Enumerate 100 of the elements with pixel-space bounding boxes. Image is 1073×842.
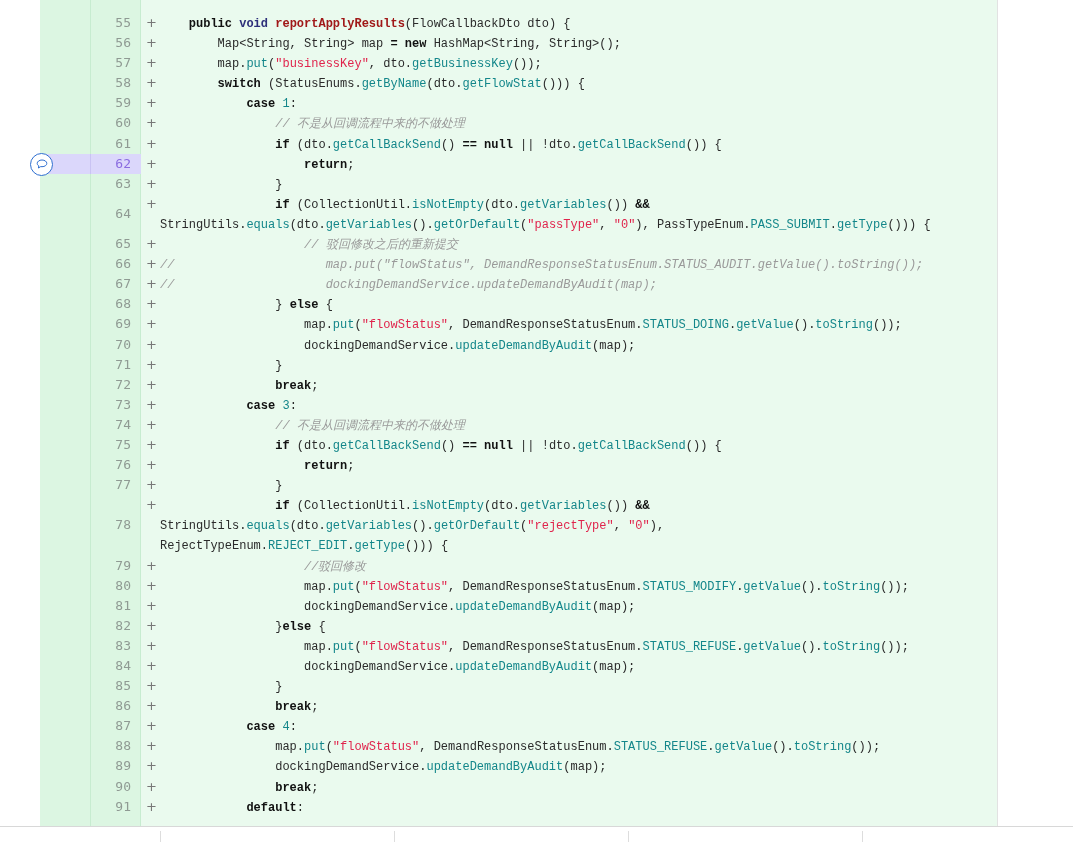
code-line: if (dto.getCallBackSend() == null || !dto.getCallBackSend()) { — [274, 137, 722, 152]
added-line-marker: + — [146, 134, 157, 153]
code-line: map.put("flowStatus", DemandResponseStatusEnum.STATUS_REFUSE.getValue().toString()); — [303, 639, 909, 654]
added-line-marker: + — [146, 456, 157, 475]
line-number: 69 — [115, 315, 131, 334]
added-line-marker: + — [146, 496, 157, 515]
line-number: 86 — [115, 697, 131, 716]
code-line: Map<String, String> map = new HashMap<String, String>(); — [216, 37, 621, 52]
line-number: 73 — [115, 395, 131, 414]
added-line-marker: + — [146, 677, 157, 696]
added-line-marker: + — [146, 636, 157, 655]
line-number: 70 — [115, 335, 131, 354]
added-line-marker: + — [146, 315, 157, 334]
added-line-marker: + — [146, 777, 157, 796]
code-line: } else { — [274, 298, 333, 313]
added-line-marker: + — [146, 576, 157, 595]
line-number: 55 — [115, 14, 131, 32]
code-line: map.put("flowStatus", DemandResponseStatusEnum.STATUS_MODIFY.getValue().toString()); — [303, 579, 909, 594]
added-line-marker: + — [146, 174, 157, 193]
added-line-marker: + — [146, 717, 157, 736]
line-number: 59 — [115, 94, 131, 113]
comment-icon[interactable] — [30, 152, 53, 176]
line-number: 56 — [115, 34, 131, 53]
line-number: 64 — [115, 204, 131, 223]
added-line-marker: + — [146, 235, 157, 254]
line-number: 83 — [115, 636, 131, 655]
code-line: // 驳回修改之后的重新提交 — [303, 238, 458, 253]
line-number: 62 — [115, 154, 131, 173]
code-line: case 4: — [245, 720, 297, 735]
code-line: //驳回修改 — [303, 559, 367, 574]
added-line-marker: + — [146, 14, 157, 32]
added-line-marker: + — [146, 255, 157, 274]
added-line-marker: + — [146, 737, 157, 756]
code-line: break; — [274, 780, 319, 795]
line-number: 71 — [115, 355, 131, 374]
added-line-marker: + — [146, 435, 157, 454]
added-line-marker: + — [146, 295, 157, 314]
line-number: 76 — [115, 456, 131, 475]
code-line: break; — [274, 700, 319, 715]
added-line-marker: + — [146, 476, 157, 495]
line-number: 58 — [115, 74, 131, 93]
added-line-marker: + — [146, 596, 157, 615]
added-line-marker: + — [146, 415, 157, 434]
code-line: return; — [303, 157, 355, 172]
code-line: case 1: — [245, 97, 297, 112]
code-line: if (CollectionUtil.isNotEmpty(dto.getVariables()) && — [274, 197, 650, 212]
code-line: // 不是从回调流程中来的不做处理 — [274, 117, 465, 132]
added-line-marker: + — [146, 616, 157, 635]
added-line-marker: + — [146, 74, 157, 93]
added-line-marker: + — [146, 154, 157, 173]
added-line-marker: + — [146, 797, 157, 816]
code-line: } — [274, 680, 283, 695]
line-number: 82 — [115, 616, 131, 635]
line-number: 91 — [115, 797, 131, 816]
code-line: StringUtils.equals(dto.getVariables().getOrDefault("rejectType", "0"), — [160, 519, 665, 534]
added-line-marker: + — [146, 355, 157, 374]
code-line: }else { — [274, 619, 326, 634]
line-number: 65 — [115, 235, 131, 254]
added-line-marker: + — [146, 54, 157, 73]
line-number: 63 — [115, 174, 131, 193]
line-number: 77 — [115, 476, 131, 495]
added-line-marker: + — [146, 34, 157, 53]
line-number: 75 — [115, 435, 131, 454]
code-line: default: — [245, 800, 305, 815]
added-line-marker: + — [146, 335, 157, 354]
code-line: } — [274, 177, 283, 192]
code-line: dockingDemandService.updateDemandByAudit(map); — [303, 660, 636, 674]
code-line: switch (StatusEnums.getByName(dto.getFlowStat())) { — [216, 77, 585, 92]
added-line-marker: + — [146, 657, 157, 675]
line-number: 89 — [115, 757, 131, 776]
code-line: // 不是从回调流程中来的不做处理 — [274, 418, 465, 433]
code-line: } — [274, 479, 283, 494]
code-line: RejectTypeEnum.REJECT_EDIT.getType())) { — [160, 539, 449, 554]
code-line: StringUtils.equals(dto.getVariables().getOrDefault("passType", "0"), PassTypeEnum.PASS_SUBMIT.getType())) { — [160, 217, 931, 232]
added-line-marker: + — [146, 94, 157, 113]
code-line: dockingDemandService.updateDemandByAudit(map); — [303, 338, 636, 353]
line-number: 66 — [115, 255, 131, 274]
code-line: if (dto.getCallBackSend() == null || !dto.getCallBackSend()) { — [274, 438, 722, 453]
code-line: } — [274, 358, 283, 373]
code-line: map.put("flowStatus", DemandResponseStatusEnum.STATUS_DOING.getValue().toString()); — [303, 318, 902, 333]
code-line: public void reportApplyResults(FlowCallbackDto dto) { — [187, 17, 571, 31]
code-line: // map.put("flowStatus", DemandResponseStatusEnum.STATUS_AUDIT.getValue().toString()); — [160, 258, 924, 273]
code-line: // dockingDemandService.updateDemandByAudit(map); — [160, 278, 657, 293]
line-number: 61 — [115, 134, 131, 153]
line-number: 78 — [115, 516, 131, 535]
code-line: case 3: — [245, 398, 297, 413]
line-number: 74 — [115, 415, 131, 434]
line-number: 84 — [115, 657, 131, 675]
added-line-marker: + — [146, 395, 157, 414]
code-line: map.put("flowStatus", DemandResponseStatusEnum.STATUS_REFUSE.getValue().toString()); — [274, 740, 881, 755]
line-number: 80 — [115, 576, 131, 595]
added-line-marker: + — [146, 556, 157, 575]
line-number: 85 — [115, 677, 131, 696]
code-line: map.put("businessKey", dto.getBusinessKey()); — [216, 57, 542, 72]
added-line-marker: + — [146, 757, 157, 776]
code-line: if (CollectionUtil.isNotEmpty(dto.getVariables()) && — [274, 499, 650, 514]
line-number: 87 — [115, 717, 131, 736]
line-number: 81 — [115, 596, 131, 615]
code-line: break; — [274, 378, 319, 393]
code-line: dockingDemandService.updateDemandByAudit(map); — [303, 599, 636, 614]
